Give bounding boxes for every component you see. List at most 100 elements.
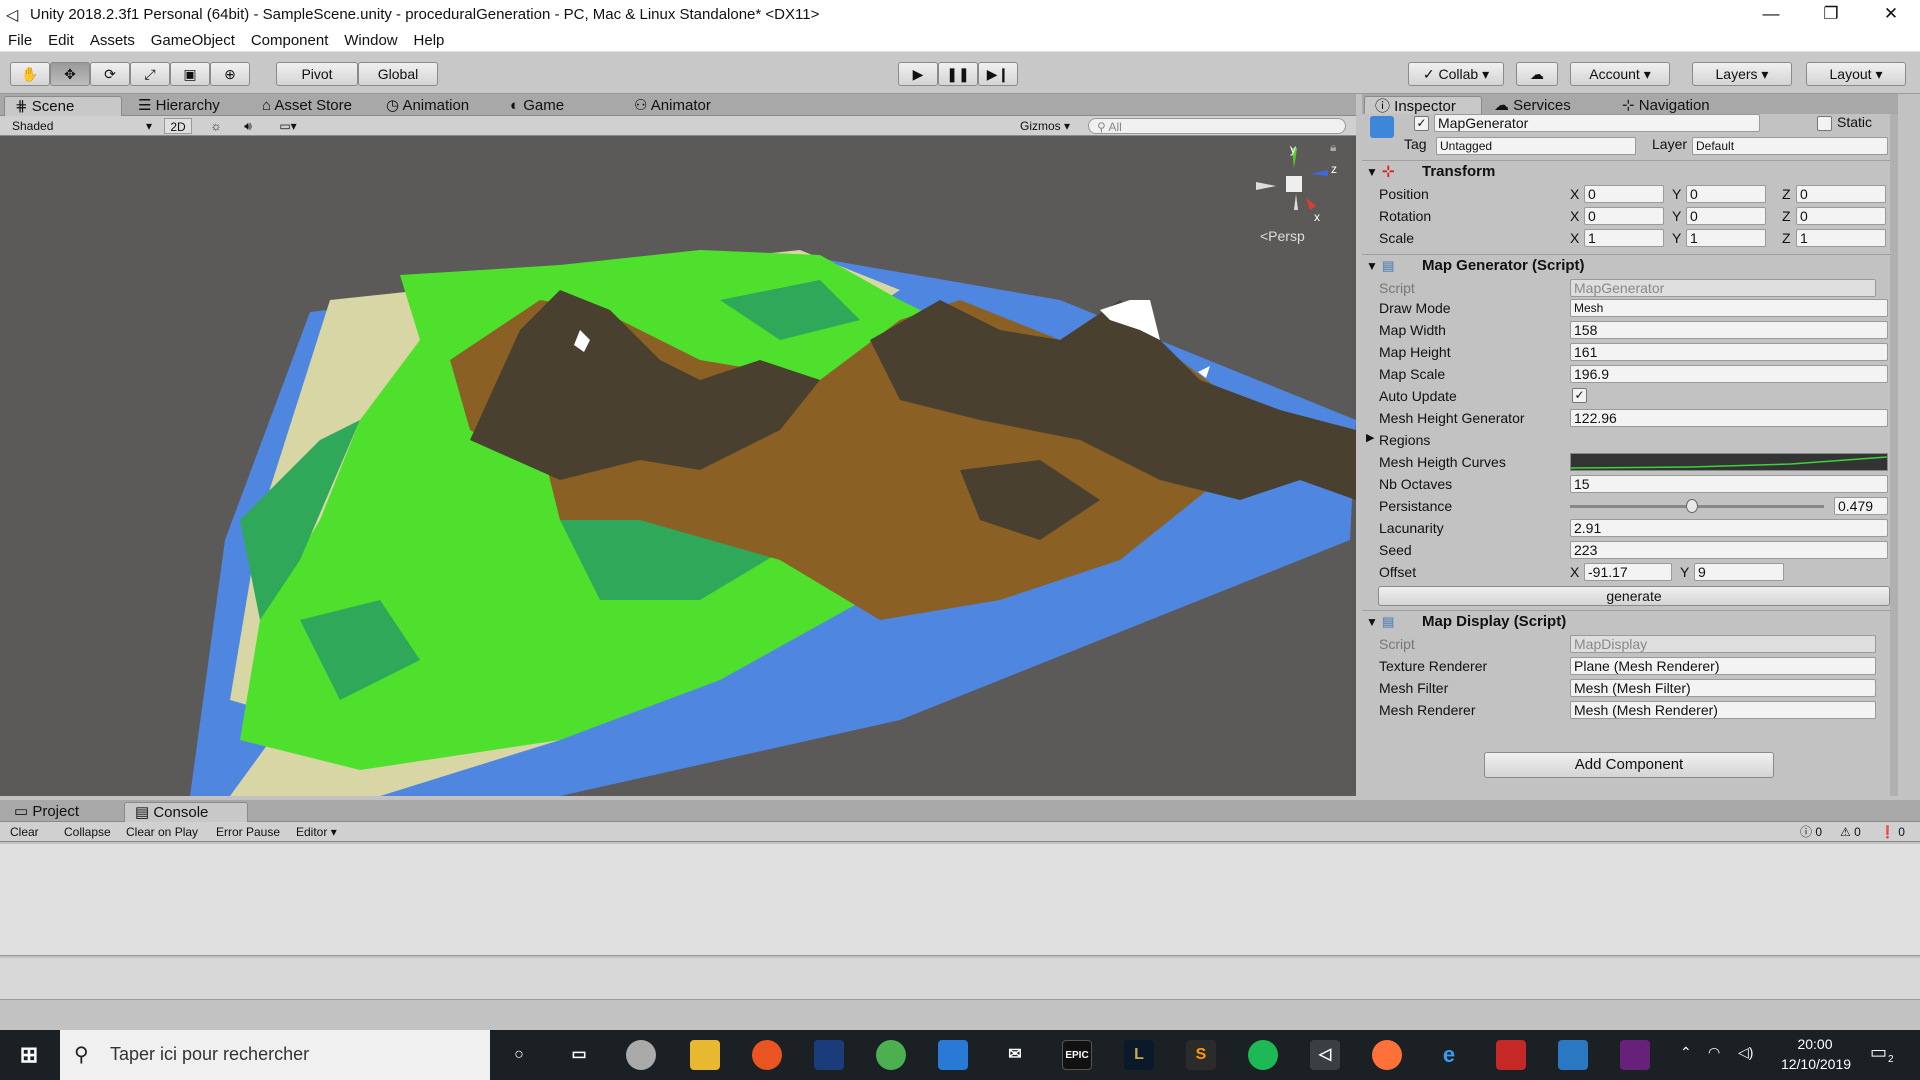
tab-animator[interactable]: ⚇ Animator: [624, 96, 721, 116]
cortana-icon[interactable]: ○: [504, 1040, 534, 1070]
taskbar-search-input[interactable]: ⚲ Taper ici pour rechercher: [60, 1030, 490, 1080]
audio-icon[interactable]: 🔊︎: [238, 118, 258, 134]
sublime-icon[interactable]: S: [1186, 1040, 1216, 1070]
store-icon[interactable]: [938, 1040, 968, 1070]
tray-chevron-icon[interactable]: ⌃: [1680, 1044, 1692, 1061]
pivot-button[interactable]: Pivot: [276, 62, 358, 86]
tab-navigation[interactable]: ⊹ Navigation: [1612, 96, 1720, 116]
menu-gameobject[interactable]: GameObject: [151, 30, 235, 51]
tab-hierarchy[interactable]: ☰ Hierarchy: [128, 96, 230, 116]
chrome-icon[interactable]: [876, 1040, 906, 1070]
pause-button[interactable]: ❚❚: [938, 62, 978, 86]
persp-label[interactable]: <Persp: [1260, 228, 1305, 244]
tab-asset-store[interactable]: ⌂ Asset Store: [252, 96, 362, 116]
effects-icon[interactable]: ▭▾: [272, 118, 304, 134]
add-component-button[interactable]: Add Component: [1484, 752, 1774, 778]
auto-update-checkbox[interactable]: ✓: [1572, 388, 1587, 403]
mode-2d-button[interactable]: 2D: [164, 118, 192, 134]
tab-project[interactable]: ▭ Project: [4, 802, 89, 822]
shading-dropdown[interactable]: Shaded ▾: [12, 118, 152, 134]
battlenet-icon[interactable]: [814, 1040, 844, 1070]
unity-taskbar-icon[interactable]: ◁: [1310, 1040, 1340, 1070]
task-view-icon[interactable]: ▭: [564, 1040, 594, 1070]
mesh-height-field[interactable]: 122.96: [1570, 409, 1888, 427]
move-tool-icon[interactable]: ✥: [50, 62, 90, 86]
layer-dropdown[interactable]: Default: [1692, 137, 1888, 155]
object-name-field[interactable]: MapGenerator: [1434, 114, 1760, 132]
mesh-filter-field[interactable]: Mesh (Mesh Filter): [1570, 679, 1876, 697]
rotation-y-field[interactable]: 0: [1686, 207, 1766, 225]
seed-field[interactable]: 223: [1570, 541, 1888, 559]
scale-tool-icon[interactable]: ⤢: [130, 62, 170, 86]
inspector-scrollbar[interactable]: [1890, 114, 1898, 796]
error-pause-button[interactable]: Error Pause: [216, 824, 280, 840]
tab-animation[interactable]: ◷ Animation: [376, 96, 479, 116]
close-button[interactable]: ✕: [1862, 0, 1920, 30]
position-x-field[interactable]: 0: [1584, 185, 1664, 203]
rotate-tool-icon[interactable]: ⟳: [90, 62, 130, 86]
gizmos-dropdown[interactable]: Gizmos ▾: [1020, 118, 1080, 134]
lock-icon[interactable]: 🔒︎: [1330, 140, 1336, 155]
tag-dropdown[interactable]: Untagged: [1436, 137, 1636, 155]
step-button[interactable]: ▶❙: [978, 62, 1018, 86]
mail-icon[interactable]: ✉: [1000, 1040, 1030, 1070]
global-button[interactable]: Global: [358, 62, 438, 86]
transform-tool-icon[interactable]: ⊕: [210, 62, 250, 86]
texture-renderer-field[interactable]: Plane (Mesh Renderer): [1570, 657, 1876, 675]
map-width-field[interactable]: 158: [1570, 321, 1888, 339]
persistance-field[interactable]: 0.479: [1834, 497, 1888, 515]
windows-start-icon[interactable]: ⊞: [14, 1040, 44, 1070]
warning-count-toggle[interactable]: ⚠ 0: [1840, 824, 1861, 840]
overwatch-icon[interactable]: [626, 1040, 656, 1070]
notifications-icon[interactable]: ▭: [1870, 1042, 1887, 1063]
map-generator-header[interactable]: ▼ ▤ Map Generator (Script): [1362, 254, 1898, 276]
draw-mode-dropdown[interactable]: Mesh: [1570, 299, 1888, 317]
account-dropdown[interactable]: Account ▾: [1570, 62, 1670, 86]
clock-date[interactable]: 12/10/2019: [1776, 1056, 1856, 1072]
editor-dropdown[interactable]: Editor ▾: [296, 824, 337, 840]
visual-studio-icon[interactable]: [1620, 1040, 1650, 1070]
regions-foldout-icon[interactable]: ▶: [1366, 431, 1374, 444]
wifi-icon[interactable]: ◠: [1708, 1044, 1720, 1061]
clear-on-play-button[interactable]: Clear on Play: [126, 824, 198, 840]
menu-help[interactable]: Help: [414, 30, 445, 51]
orientation-gizmo[interactable]: y z x <Persp: [1250, 142, 1340, 246]
ubuntu-icon[interactable]: [752, 1040, 782, 1070]
octaves-field[interactable]: 15: [1570, 475, 1888, 493]
rotation-x-field[interactable]: 0: [1584, 207, 1664, 225]
clear-button[interactable]: Clear: [10, 824, 39, 840]
active-checkbox[interactable]: ✓: [1414, 116, 1429, 131]
scale-x-field[interactable]: 1: [1584, 229, 1664, 247]
firefox-icon[interactable]: [1372, 1040, 1402, 1070]
notification-app-icon[interactable]: [1496, 1040, 1526, 1070]
scene-view[interactable]: y z x <Persp 🔒︎: [0, 136, 1356, 796]
epic-games-icon[interactable]: EPIC: [1062, 1040, 1092, 1070]
tab-console[interactable]: ▤ Console: [124, 802, 248, 822]
curve-field[interactable]: [1570, 453, 1888, 471]
offset-x-field[interactable]: -91.17: [1584, 563, 1672, 581]
error-count-toggle[interactable]: ❗ 0: [1880, 824, 1905, 840]
edge-icon[interactable]: e: [1434, 1040, 1464, 1070]
league-icon[interactable]: L: [1124, 1040, 1154, 1070]
rotation-z-field[interactable]: 0: [1796, 207, 1886, 225]
persistance-slider-thumb[interactable]: [1685, 499, 1698, 513]
transform-header[interactable]: ▼ ⊹ Transform: [1362, 160, 1898, 182]
rect-tool-icon[interactable]: ▣: [170, 62, 210, 86]
map-scale-field[interactable]: 196.9: [1570, 365, 1888, 383]
scale-z-field[interactable]: 1: [1796, 229, 1886, 247]
restore-button[interactable]: ❐: [1802, 0, 1860, 30]
console-detail-area[interactable]: [0, 958, 1920, 1000]
tab-game[interactable]: ◐ Game: [500, 96, 574, 116]
menu-edit[interactable]: Edit: [48, 30, 74, 51]
menu-assets[interactable]: Assets: [90, 30, 135, 51]
collab-button[interactable]: ✓ Collab ▾: [1408, 62, 1504, 86]
menu-component[interactable]: Component: [251, 30, 329, 51]
console-log-area[interactable]: [0, 844, 1920, 956]
position-z-field[interactable]: 0: [1796, 185, 1886, 203]
minimize-button[interactable]: —: [1742, 0, 1800, 30]
scene-search-input[interactable]: ⚲ All: [1088, 118, 1346, 134]
map-display-header[interactable]: ▼ ▤ Map Display (Script): [1362, 610, 1898, 632]
tab-inspector[interactable]: ⓘ Inspector: [1364, 96, 1482, 116]
tab-services[interactable]: ☁ Services: [1484, 96, 1581, 116]
mesh-renderer-field[interactable]: Mesh (Mesh Renderer): [1570, 701, 1876, 719]
